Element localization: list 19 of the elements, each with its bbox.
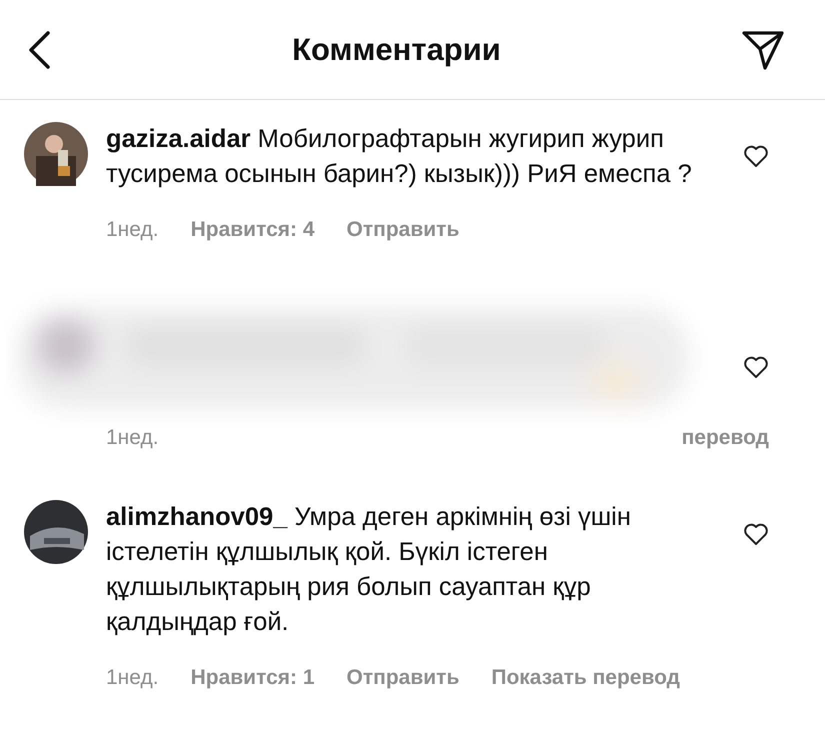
comment-time: 1нед.: [106, 666, 159, 690]
avatar[interactable]: [24, 122, 88, 186]
screen-title: Комментарии: [292, 32, 501, 68]
translate-link[interactable]: Показать перевод: [491, 666, 680, 690]
paper-plane-icon[interactable]: [740, 28, 785, 70]
heart-icon[interactable]: [743, 522, 769, 546]
reply-link[interactable]: Отправить: [346, 218, 460, 242]
back-icon[interactable]: [26, 30, 52, 70]
comment-text: alimzhanov09_ Умра деген аркімнің өзі үшін істелетін құлшылық қой. Бүкіл істеген құлшылықтарың рия болып сауаптан құр қалдыңдар ғой.: [106, 502, 632, 638]
heart-icon[interactable]: [743, 355, 769, 379]
comment-time: 1нед.: [106, 218, 159, 242]
likes-count[interactable]: Нравится: 4: [190, 218, 315, 242]
heart-icon[interactable]: [743, 144, 769, 168]
comment-time: 1нед.: [106, 426, 159, 450]
reply-link[interactable]: Отправить: [346, 666, 460, 690]
likes-count[interactable]: Нравится: 1: [190, 666, 315, 690]
avatar[interactable]: [24, 500, 88, 564]
translate-link[interactable]: перевод: [682, 426, 769, 450]
comment-text: gaziza.aidar Мобилографтарын жугирип журип тусирема осынын барин?) кызык))) РиЯ емеспа ?: [106, 124, 693, 190]
